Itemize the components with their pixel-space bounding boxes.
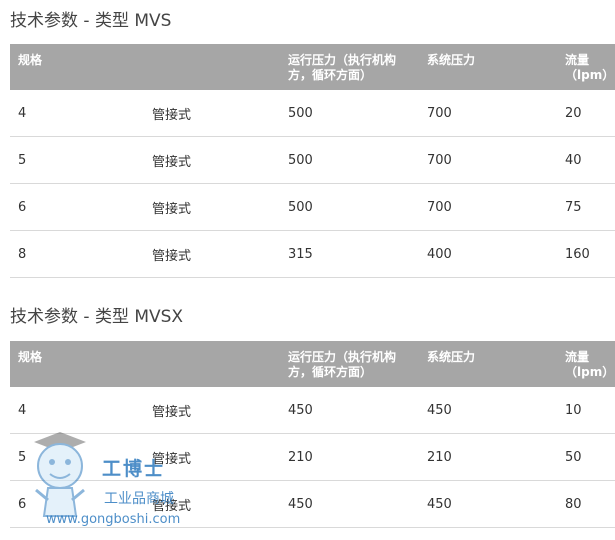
spec-table-mvsx: 规格 运行压力（执行机构方，循环方面） 系统压力 流量（lpm） 4 管接式 4… [10, 341, 615, 528]
cell-flow: 50 [557, 433, 615, 481]
cell-operating-pressure: 315 [280, 230, 419, 278]
cell-connection: 管接式 [144, 387, 280, 434]
cell-flow: 40 [557, 136, 615, 184]
cell-operating-pressure: 500 [280, 183, 419, 231]
cell-size: 4 [10, 387, 144, 434]
header-flow: 流量（lpm） [557, 44, 615, 90]
table-row: 6 管接式 500 700 75 [10, 183, 615, 231]
spec-table-mvs: 规格 运行压力（执行机构方，循环方面） 系统压力 流量（lpm） 4 管接式 5… [10, 44, 615, 278]
cell-operating-pressure: 500 [280, 136, 419, 184]
table-header-row: 规格 运行压力（执行机构方，循环方面） 系统压力 流量（lpm） [10, 341, 615, 387]
header-operating-pressure: 运行压力（执行机构方，循环方面） [280, 341, 419, 387]
header-connection [144, 44, 280, 90]
cell-operating-pressure: 210 [280, 433, 419, 481]
section-title-mvsx: 技术参数 - 类型 MVSX [10, 307, 184, 327]
header-size: 规格 [10, 44, 144, 90]
table-row: 4 管接式 450 450 10 [10, 387, 615, 434]
table-row: 4 管接式 500 700 20 [10, 90, 615, 137]
cell-flow: 160 [557, 230, 615, 278]
cell-connection: 管接式 [144, 90, 280, 137]
header-system-pressure: 系统压力 [419, 341, 557, 387]
cell-size: 4 [10, 90, 144, 137]
cell-system-pressure: 450 [419, 387, 557, 434]
header-system-pressure: 系统压力 [419, 44, 557, 90]
cell-system-pressure: 400 [419, 230, 557, 278]
cell-connection: 管接式 [144, 183, 280, 231]
section-title-mvs: 技术参数 - 类型 MVS [10, 11, 172, 31]
cell-operating-pressure: 500 [280, 90, 419, 137]
table-row: 5 管接式 210 210 50 [10, 433, 615, 481]
table-row: 8 管接式 315 400 160 [10, 230, 615, 278]
table-row: 5 管接式 500 700 40 [10, 136, 615, 184]
header-connection [144, 341, 280, 387]
cell-system-pressure: 700 [419, 136, 557, 184]
table-header-row: 规格 运行压力（执行机构方，循环方面） 系统压力 流量（lpm） [10, 44, 615, 90]
cell-system-pressure: 210 [419, 433, 557, 481]
cell-operating-pressure: 450 [280, 387, 419, 434]
cell-system-pressure: 700 [419, 183, 557, 231]
cell-connection: 管接式 [144, 136, 280, 184]
header-flow: 流量（lpm） [557, 341, 615, 387]
watermark-tagline: 工业品商城 [104, 491, 174, 507]
cell-flow: 10 [557, 387, 615, 434]
watermark-url: www.gongboshi.com [46, 512, 181, 527]
cell-flow: 80 [557, 480, 615, 528]
cell-size: 6 [10, 183, 144, 231]
cell-system-pressure: 700 [419, 90, 557, 137]
cell-connection: 管接式 [144, 230, 280, 278]
cell-size: 5 [10, 136, 144, 184]
header-operating-pressure: 运行压力（执行机构方，循环方面） [280, 44, 419, 90]
cell-flow: 75 [557, 183, 615, 231]
cell-flow: 20 [557, 90, 615, 137]
watermark-brand: 工博士 [102, 458, 166, 480]
cell-operating-pressure: 450 [280, 480, 419, 528]
cell-system-pressure: 450 [419, 480, 557, 528]
header-size: 规格 [10, 341, 144, 387]
cell-size: 8 [10, 230, 144, 278]
